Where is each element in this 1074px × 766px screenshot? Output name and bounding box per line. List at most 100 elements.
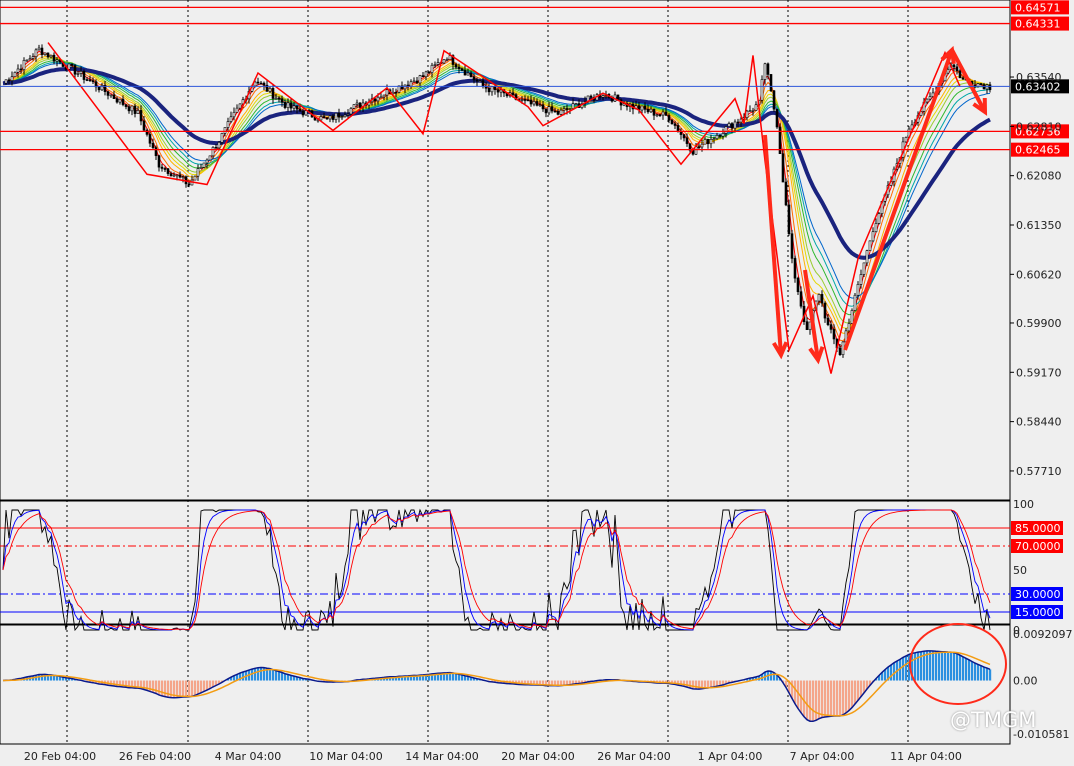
candle-body xyxy=(859,274,863,285)
candle-body xyxy=(115,98,119,103)
candle-body xyxy=(979,83,983,85)
macd-bar xyxy=(185,680,188,698)
macd-bar xyxy=(707,680,710,688)
candle-body xyxy=(304,110,308,116)
candle-body xyxy=(178,174,182,178)
candle-body xyxy=(550,106,554,112)
candle-body xyxy=(718,135,722,137)
candle-body xyxy=(748,110,752,112)
macd-bar xyxy=(275,670,278,681)
candle-body xyxy=(823,302,827,319)
candle-body xyxy=(229,116,233,122)
candle-body xyxy=(871,231,875,242)
candle-body xyxy=(904,136,908,143)
candle-body xyxy=(280,98,284,103)
macd-bar xyxy=(257,667,260,681)
candle-body xyxy=(187,183,191,186)
candle-body xyxy=(928,96,932,100)
candle-body xyxy=(838,347,842,356)
macd-bar xyxy=(179,680,182,698)
x-tick-label-2: 4 Mar 04:00 xyxy=(215,750,281,763)
macd-bar xyxy=(971,661,974,681)
candle-body xyxy=(766,63,770,75)
macd-bar xyxy=(695,680,698,690)
candle-body xyxy=(442,59,446,64)
candle-body xyxy=(520,99,524,101)
candle-body xyxy=(16,68,20,73)
candle-body xyxy=(661,111,665,116)
candle-body xyxy=(427,71,431,74)
candle-body xyxy=(715,135,719,140)
candle-body xyxy=(262,82,266,86)
macd-bar xyxy=(164,680,167,697)
macd-bar xyxy=(158,680,161,695)
macd-bar xyxy=(839,680,842,717)
candle-body xyxy=(148,134,152,144)
candle-body xyxy=(847,323,851,332)
candle-body xyxy=(535,101,539,106)
candle-body xyxy=(22,60,26,70)
candle-body xyxy=(352,104,356,109)
candle-body xyxy=(817,294,821,302)
candle-body xyxy=(130,105,134,112)
y-tick-label-4: 0.60620 xyxy=(1016,268,1062,281)
candle-body xyxy=(55,59,59,62)
candle-body xyxy=(91,80,95,83)
candle-body xyxy=(154,147,158,157)
y-tick-label-3: 0.59900 xyxy=(1016,317,1062,330)
x-tick-label-8: 7 Apr 04:00 xyxy=(790,750,855,763)
macd-bar xyxy=(455,673,458,681)
candle-body xyxy=(10,76,14,81)
candle-body xyxy=(82,71,86,80)
candle-body xyxy=(958,70,962,79)
candle-body xyxy=(28,58,32,61)
candle-body xyxy=(181,176,185,179)
candle-body xyxy=(664,111,668,116)
chart-window: { "watermark": "@TMGM", "chart_data": [ … xyxy=(0,0,1074,766)
candle-body xyxy=(382,94,386,98)
y-tick-label-7: 0.62810 xyxy=(1016,120,1062,133)
y-tick-label-2: 0.59170 xyxy=(1016,366,1062,379)
candle-body xyxy=(676,125,680,132)
candle-body xyxy=(712,138,716,141)
macd-bar xyxy=(260,667,263,681)
candle-body xyxy=(349,108,353,115)
candle-body xyxy=(481,80,485,87)
candle-body xyxy=(325,117,329,120)
candle-body xyxy=(43,52,47,55)
candle-body xyxy=(559,109,563,115)
candle-body xyxy=(415,80,419,84)
candle-body xyxy=(418,75,422,84)
candle-body xyxy=(679,131,683,135)
macd-bar xyxy=(950,652,953,681)
macd-bar xyxy=(845,680,848,713)
candle-body xyxy=(487,87,491,93)
candle-body xyxy=(862,262,866,275)
candle-body xyxy=(268,88,272,92)
candle-body xyxy=(601,95,605,98)
candle-body xyxy=(526,99,530,102)
candle-body xyxy=(799,291,803,307)
candle-body xyxy=(340,116,344,119)
candle-body xyxy=(553,110,557,113)
macd-bar xyxy=(710,680,713,688)
candle-body xyxy=(472,76,476,81)
candle-body xyxy=(88,79,92,82)
candle-body xyxy=(448,55,452,60)
candle-body xyxy=(403,84,407,90)
candle-body xyxy=(232,111,236,118)
x-tick-label-4: 14 Mar 04:00 xyxy=(405,750,478,763)
macd-bar xyxy=(806,680,809,720)
x-tick-label-6: 26 Mar 04:00 xyxy=(597,750,670,763)
macd-bar xyxy=(854,680,857,705)
macd-bar xyxy=(116,680,119,687)
candle-body xyxy=(445,59,449,61)
candle-body xyxy=(739,118,743,123)
candle-body xyxy=(376,96,380,102)
candle-body xyxy=(163,168,167,170)
candle-body xyxy=(469,72,473,78)
candle-body xyxy=(160,166,164,169)
candle-body xyxy=(853,294,857,311)
candle-body xyxy=(385,89,389,96)
macd-bar xyxy=(155,680,158,694)
